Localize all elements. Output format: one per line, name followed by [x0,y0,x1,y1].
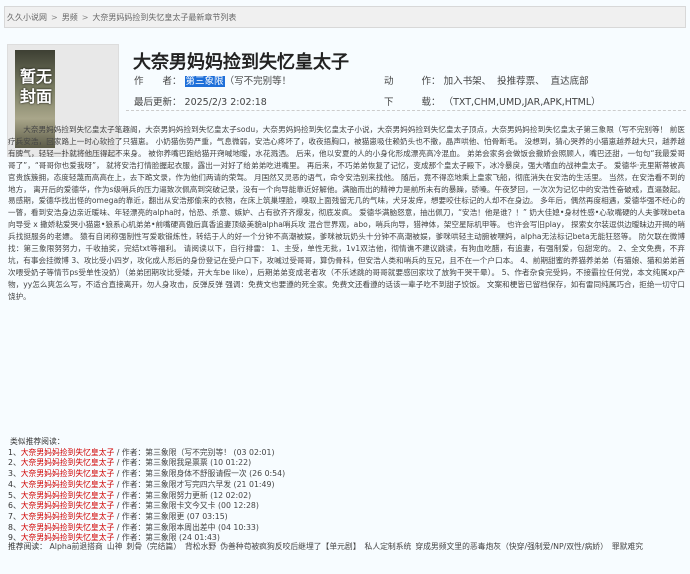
recommend-title: 类似推荐阅读： [10,437,65,446]
book-description: 大奈男妈妈捡到失忆皇太子笔趣阁，大奈男妈妈捡到失忆皇太子sodu，大奈男妈妈捡到… [8,125,685,301]
more-recommend-link[interactable]: 刺骨（完结篇） [126,542,181,551]
download-row: 下 载： （TXT,CHM,UMD,JAR,APK,HTML） [384,94,607,108]
author-note: （写不完别等！ [224,76,292,87]
more-recommend-link[interactable]: 罪默难究 [612,542,643,551]
cover-text: 暂无封面 [20,67,53,106]
more-recommend-link[interactable]: 山神 [107,542,123,551]
more-recommend-link[interactable]: 私人定制系统 [365,542,412,551]
author-row: 作 者： 第三象限（写不完别等！ [134,73,291,87]
list-item[interactable]: 5、大奈男妈妈捡到失忆皇太子 / 作者：第三象限努力更新 (12 02:02) [8,491,686,502]
actions-row: 动 作： 加入书架、 投推荐票、 直达底部 [384,73,595,87]
actions-label-2: 作： [421,76,441,87]
more-recommend-label: 推荐阅读： [8,542,47,551]
more-recommend-link[interactable]: 背松水野 [185,542,216,551]
download-label-a: 下 [384,97,394,108]
vote-recommend-link[interactable]: 投推荐票、 [497,76,545,87]
list-item[interactable]: 7、大奈男妈妈捡到失忆皇太子 / 作者：第三象限更 (07 03:15) [8,512,686,523]
recommend-section: 类似推荐阅读： 1、大奈男妈妈捡到失忆皇太子 / 作者：第三象限（写不完别等！ … [8,437,686,544]
book-page: 久久小说网 > 男频 > 大奈男妈妈捡到失忆皇太子最新章节列表 暂无封面 大奈男妈妈捡到… [0,0,690,574]
update-time: 2025/2/3 2:02:18 [184,97,267,108]
more-recommend-link[interactable]: Alpha前退搭商 [49,542,102,551]
breadcrumb-category[interactable]: 男频 [62,13,78,22]
update-label: 最后更新： [134,97,182,108]
download-formats-link[interactable]: （TXT,CHM,UMD,JAR,APK,HTML） [444,97,601,108]
breadcrumb: 久久小说网 > 男频 > 大奈男妈妈捡到失忆皇太子最新章节列表 [4,6,686,28]
list-item[interactable]: 1、大奈男妈妈捡到失忆皇太子 / 作者：第三象限（写不完别等！ (03 02:0… [8,448,686,459]
more-recommend-link[interactable]: 穿成男频文里的恶毒炮灰（快穿/强制爱/NP/双性/病娇） [415,542,608,551]
breadcrumb-separator: > [81,13,89,22]
list-item[interactable]: 2、大奈男妈妈捡到失忆皇太子 / 作者：第三象限我是票票 (10 01:22) [8,458,686,469]
add-bookshelf-link[interactable]: 加入书架、 [444,76,492,87]
actions-label: 动 [384,76,394,87]
list-item[interactable]: 4、大奈男妈妈捡到失忆皇太子 / 作者：第三象限才写完四六早发 (21 01:4… [8,480,686,491]
more-recommend-link[interactable]: 伪善种苟被疯狗反咬后继埋了【单元剧】 [220,542,360,551]
breadcrumb-current: 大奈男妈妈捡到失忆皇太子最新章节列表 [92,13,237,22]
list-item[interactable]: 6、大奈男妈妈捡到失忆皇太子 / 作者：第三象限卡文今又卡 (00 12:28) [8,501,686,512]
breadcrumb-home[interactable]: 久久小说网 [7,13,47,22]
header-divider [126,110,686,111]
breadcrumb-separator: > [51,13,58,22]
more-recommend: 推荐阅读： Alpha前退搭商 山神 刺骨（完结篇） 背松水野 伪善种苟被疯狗反咬后继埋… [8,541,688,552]
latest-chapter-link[interactable]: 直达底部 [551,76,589,87]
list-item[interactable]: 8、大奈男妈妈捡到失忆皇太子 / 作者：第三象限本周出差中 (04 10:33) [8,523,686,534]
update-row: 最后更新： 2025/2/3 2:02:18 [134,94,267,108]
book-title: 大奈男妈妈捡到失忆皇太子 [133,52,349,73]
download-label-b: 载： [421,97,441,108]
author-link[interactable]: 第三象限 [184,76,225,87]
author-label: 作 者： [134,76,182,87]
list-item[interactable]: 3、大奈男妈妈捡到失忆皇太子 / 作者：第三象限身体不舒服请假一次 (26 0:… [8,469,686,480]
